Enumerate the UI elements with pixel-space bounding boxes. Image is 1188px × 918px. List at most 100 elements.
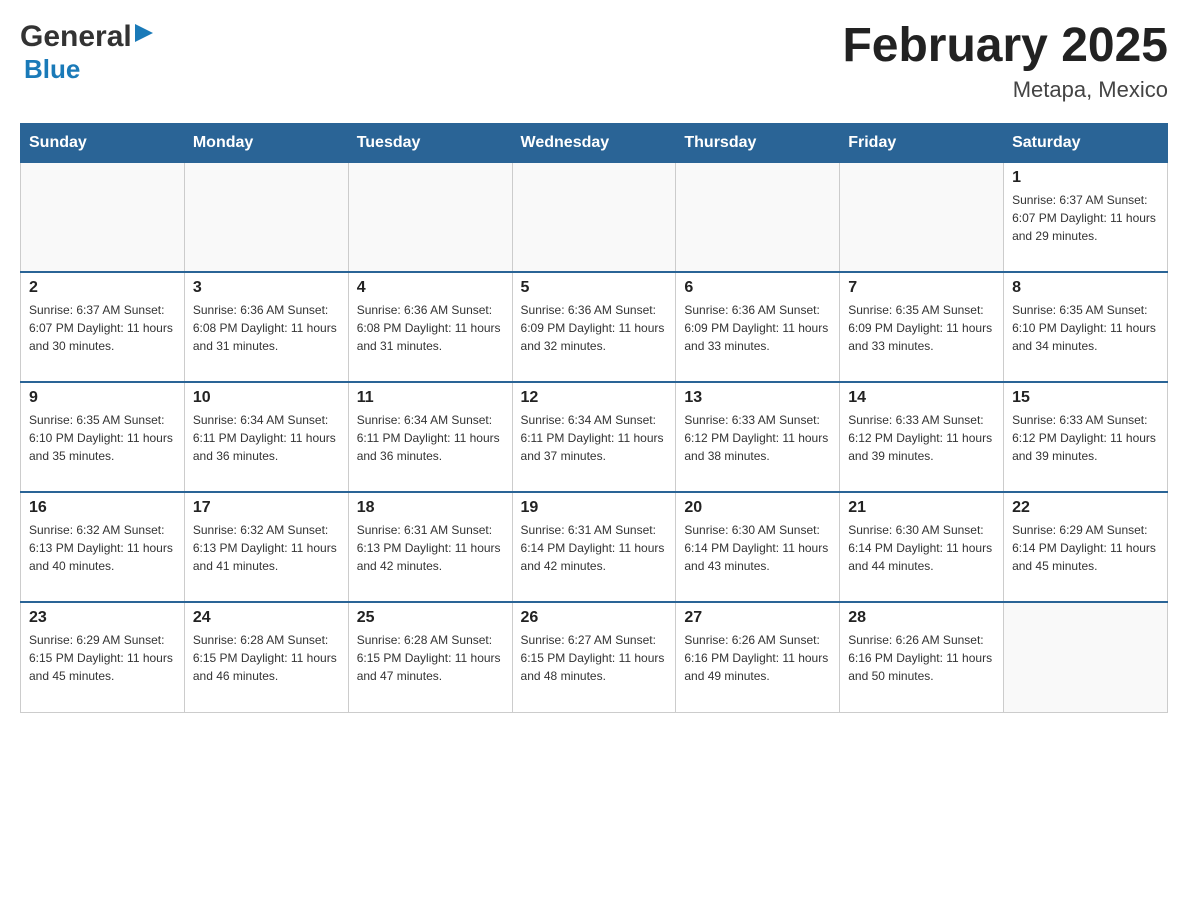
day-number-21: 21 [848,499,995,517]
day-number-13: 13 [684,389,831,407]
day-cell-w4-d4: 27 Sunrise: 6:26 AM Sunset: 6:16 PM Dayli… [676,602,840,712]
day-cell-w2-d6: 15 Sunrise: 6:33 AM Sunset: 6:12 PM Dayli… [1004,382,1168,492]
day-cell-w1-d6: 8 Sunrise: 6:35 AM Sunset: 6:10 PM Daylig… [1004,272,1168,382]
day-cell-w1-d5: 7 Sunrise: 6:35 AM Sunset: 6:09 PM Daylig… [840,272,1004,382]
day-info-17: Sunrise: 6:32 AM Sunset: 6:13 PM Dayligh… [193,521,340,575]
day-info-14: Sunrise: 6:33 AM Sunset: 6:12 PM Dayligh… [848,411,995,465]
logo-arrow-icon [135,24,153,47]
header-sunday: Sunday [21,123,185,162]
day-info-15: Sunrise: 6:33 AM Sunset: 6:12 PM Dayligh… [1012,411,1159,465]
day-number-23: 23 [29,609,176,627]
logo-blue-text: Blue [24,54,80,84]
day-cell-w3-d0: 16 Sunrise: 6:32 AM Sunset: 6:13 PM Dayli… [21,492,185,602]
day-number-25: 25 [357,609,504,627]
day-info-6: Sunrise: 6:36 AM Sunset: 6:09 PM Dayligh… [684,301,831,355]
day-number-20: 20 [684,499,831,517]
day-number-18: 18 [357,499,504,517]
day-info-8: Sunrise: 6:35 AM Sunset: 6:10 PM Dayligh… [1012,301,1159,355]
week-row-0: 1Sunrise: 6:37 AM Sunset: 6:07 PM Daylig… [21,162,1168,272]
logo: General Blue [20,20,153,85]
day-cell-w3-d3: 19Sunrise: 6:31 AM Sunset: 6:14 PM Dayli… [512,492,676,602]
day-cell-w2-d4: 13 Sunrise: 6:33 AM Sunset: 6:12 PM Dayli… [676,382,840,492]
header-friday: Friday [840,123,1004,162]
day-info-27: Sunrise: 6:26 AM Sunset: 6:16 PM Dayligh… [684,631,831,685]
location: Metapa, Mexico [842,77,1168,103]
day-cell-w3-d5: 21 Sunrise: 6:30 AM Sunset: 6:14 PM Dayli… [840,492,1004,602]
day-info-26: Sunrise: 6:27 AM Sunset: 6:15 PM Dayligh… [521,631,668,685]
day-number-27: 27 [684,609,831,627]
header-saturday: Saturday [1004,123,1168,162]
day-info-18: Sunrise: 6:31 AM Sunset: 6:13 PM Dayligh… [357,521,504,575]
day-info-12: Sunrise: 6:34 AM Sunset: 6:11 PM Dayligh… [521,411,668,465]
day-number-1: 1 [1012,169,1159,187]
day-cell-w3-d4: 20Sunrise: 6:30 AM Sunset: 6:14 PM Dayli… [676,492,840,602]
title-section: February 2025 Metapa, Mexico [842,20,1168,103]
day-info-5: Sunrise: 6:36 AM Sunset: 6:09 PM Dayligh… [521,301,668,355]
day-info-16: Sunrise: 6:32 AM Sunset: 6:13 PM Dayligh… [29,521,176,575]
day-info-11: Sunrise: 6:34 AM Sunset: 6:11 PM Dayligh… [357,411,504,465]
day-info-13: Sunrise: 6:33 AM Sunset: 6:12 PM Dayligh… [684,411,831,465]
day-cell-w2-d2: 11 Sunrise: 6:34 AM Sunset: 6:11 PM Dayli… [348,382,512,492]
week-row-3: 16 Sunrise: 6:32 AM Sunset: 6:13 PM Dayli… [21,492,1168,602]
day-cell-w0-d4 [676,162,840,272]
week-row-2: 9 Sunrise: 6:35 AM Sunset: 6:10 PM Daylig… [21,382,1168,492]
day-number-5: 5 [521,279,668,297]
day-number-4: 4 [357,279,504,297]
day-cell-w0-d1 [184,162,348,272]
day-cell-w2-d0: 9 Sunrise: 6:35 AM Sunset: 6:10 PM Daylig… [21,382,185,492]
day-info-23: Sunrise: 6:29 AM Sunset: 6:15 PM Dayligh… [29,631,176,685]
day-cell-w4-d0: 23 Sunrise: 6:29 AM Sunset: 6:15 PM Dayli… [21,602,185,712]
day-number-16: 16 [29,499,176,517]
day-info-9: Sunrise: 6:35 AM Sunset: 6:10 PM Dayligh… [29,411,176,465]
day-info-19: Sunrise: 6:31 AM Sunset: 6:14 PM Dayligh… [521,521,668,575]
day-number-7: 7 [848,279,995,297]
weekday-header-row: Sunday Monday Tuesday Wednesday Thursday… [21,123,1168,162]
day-cell-w3-d1: 17 Sunrise: 6:32 AM Sunset: 6:13 PM Dayli… [184,492,348,602]
day-number-10: 10 [193,389,340,407]
day-info-3: Sunrise: 6:36 AM Sunset: 6:08 PM Dayligh… [193,301,340,355]
day-number-11: 11 [357,389,504,407]
day-cell-w1-d3: 5 Sunrise: 6:36 AM Sunset: 6:09 PM Daylig… [512,272,676,382]
day-cell-w0-d6: 1Sunrise: 6:37 AM Sunset: 6:07 PM Daylig… [1004,162,1168,272]
day-info-24: Sunrise: 6:28 AM Sunset: 6:15 PM Dayligh… [193,631,340,685]
day-number-24: 24 [193,609,340,627]
day-info-25: Sunrise: 6:28 AM Sunset: 6:15 PM Dayligh… [357,631,504,685]
day-info-2: Sunrise: 6:37 AM Sunset: 6:07 PM Dayligh… [29,301,176,355]
day-cell-w2-d5: 14 Sunrise: 6:33 AM Sunset: 6:12 PM Dayli… [840,382,1004,492]
calendar-table: Sunday Monday Tuesday Wednesday Thursday… [20,123,1168,713]
day-cell-w0-d0 [21,162,185,272]
day-number-26: 26 [521,609,668,627]
day-cell-w4-d2: 25 Sunrise: 6:28 AM Sunset: 6:15 PM Dayli… [348,602,512,712]
day-number-22: 22 [1012,499,1159,517]
day-cell-w1-d4: 6 Sunrise: 6:36 AM Sunset: 6:09 PM Daylig… [676,272,840,382]
day-cell-w3-d6: 22 Sunrise: 6:29 AM Sunset: 6:14 PM Dayli… [1004,492,1168,602]
week-row-4: 23 Sunrise: 6:29 AM Sunset: 6:15 PM Dayli… [21,602,1168,712]
day-number-12: 12 [521,389,668,407]
logo-general-text: General [20,20,132,54]
day-cell-w4-d5: 28Sunrise: 6:26 AM Sunset: 6:16 PM Dayli… [840,602,1004,712]
day-number-14: 14 [848,389,995,407]
day-info-4: Sunrise: 6:36 AM Sunset: 6:08 PM Dayligh… [357,301,504,355]
day-cell-w0-d3 [512,162,676,272]
day-info-22: Sunrise: 6:29 AM Sunset: 6:14 PM Dayligh… [1012,521,1159,575]
day-number-8: 8 [1012,279,1159,297]
day-cell-w0-d5 [840,162,1004,272]
day-number-17: 17 [193,499,340,517]
day-number-3: 3 [193,279,340,297]
day-cell-w0-d2 [348,162,512,272]
day-number-6: 6 [684,279,831,297]
day-number-9: 9 [29,389,176,407]
day-cell-w2-d3: 12 Sunrise: 6:34 AM Sunset: 6:11 PM Dayli… [512,382,676,492]
header-thursday: Thursday [676,123,840,162]
header-wednesday: Wednesday [512,123,676,162]
month-title: February 2025 [842,20,1168,73]
day-number-15: 15 [1012,389,1159,407]
day-cell-w1-d1: 3 Sunrise: 6:36 AM Sunset: 6:08 PM Daylig… [184,272,348,382]
header-monday: Monday [184,123,348,162]
day-cell-w2-d1: 10Sunrise: 6:34 AM Sunset: 6:11 PM Dayli… [184,382,348,492]
day-cell-w1-d2: 4 Sunrise: 6:36 AM Sunset: 6:08 PM Daylig… [348,272,512,382]
day-info-7: Sunrise: 6:35 AM Sunset: 6:09 PM Dayligh… [848,301,995,355]
day-cell-w4-d1: 24 Sunrise: 6:28 AM Sunset: 6:15 PM Dayli… [184,602,348,712]
day-cell-w4-d3: 26 Sunrise: 6:27 AM Sunset: 6:15 PM Dayli… [512,602,676,712]
day-info-21: Sunrise: 6:30 AM Sunset: 6:14 PM Dayligh… [848,521,995,575]
